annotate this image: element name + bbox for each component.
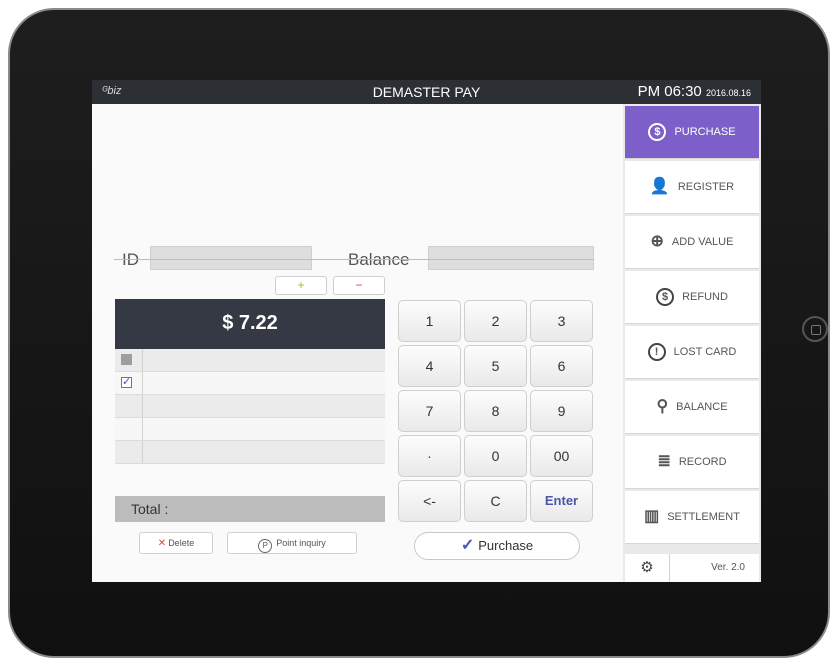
clipboard-icon: ≣ — [657, 453, 671, 470]
coins-add-icon: ⊕ — [650, 233, 664, 250]
key-decimal[interactable]: · — [398, 435, 461, 477]
sidebar: $ PURCHASE 👤 REGISTER ⊕ ADD VALUE $ REFU… — [623, 104, 761, 582]
search-icon: ⚲ — [656, 398, 669, 415]
gear-icon[interactable]: ⚙ — [625, 554, 670, 582]
point-icon: P — [258, 539, 273, 553]
sidebar-item-label: REFUND — [682, 291, 728, 303]
balance-label: Balance — [348, 250, 410, 269]
sidebar-item-label: ADD VALUE — [671, 236, 734, 248]
point-inquiry-label: Point inquiry — [276, 538, 326, 548]
sidebar-item-label: PURCHASE — [674, 126, 736, 138]
point-inquiry-button[interactable]: P Point inquiry — [227, 532, 357, 554]
key-backspace[interactable]: <- — [398, 480, 461, 522]
home-button[interactable] — [802, 316, 828, 342]
key-7[interactable]: 7 — [398, 390, 461, 432]
clock: PM 06:30 2016.08.16 — [638, 83, 751, 100]
user-icon: 👤 — [649, 178, 670, 195]
divider — [114, 259, 594, 260]
clock-time: PM 06:30 — [637, 83, 702, 100]
key-00[interactable]: 00 — [530, 435, 593, 477]
sidebar-item-label: BALANCE — [676, 401, 728, 413]
key-2[interactable]: 2 — [464, 300, 527, 342]
sidebar-item-refund[interactable]: $ REFUND — [625, 271, 759, 324]
id-field[interactable] — [150, 246, 312, 270]
delete-button[interactable]: ✕ Delete — [139, 532, 213, 554]
decrease-button[interactable]: − — [333, 276, 385, 295]
key-9[interactable]: 9 — [530, 390, 593, 432]
sidebar-item-purchase[interactable]: $ PURCHASE — [625, 106, 759, 159]
key-enter[interactable]: Enter — [530, 480, 593, 522]
sidebar-item-add-value[interactable]: ⊕ ADD VALUE — [625, 216, 759, 269]
list-item[interactable] — [115, 418, 385, 441]
key-4[interactable]: 4 — [398, 345, 461, 387]
checkbox-checked[interactable]: ✓ — [121, 377, 132, 388]
sidebar-item-label: RECORD — [678, 456, 727, 468]
total-label: Total : — [115, 496, 385, 522]
amount-display: $ 7.22 — [115, 299, 385, 349]
sidebar-item-settlement[interactable]: ▥ SETTLEMENT — [625, 491, 759, 544]
key-3[interactable]: 3 — [530, 300, 593, 342]
id-label: ID — [122, 250, 139, 269]
key-8[interactable]: 8 — [464, 390, 527, 432]
sidebar-footer: ⚙ Ver. 2.0 — [625, 554, 759, 582]
alert-icon: ! — [647, 343, 666, 361]
keypad: 1 2 3 4 5 6 7 8 9 · 0 00 <- C Enter — [398, 300, 593, 522]
sidebar-item-label: REGISTER — [677, 181, 735, 193]
checkbox[interactable] — [121, 354, 132, 365]
sidebar-item-label: LOST CARD — [673, 346, 737, 358]
balance-field[interactable] — [428, 246, 594, 270]
key-clear[interactable]: C — [464, 480, 527, 522]
list-item[interactable] — [115, 441, 385, 464]
app-screen: ᴳbiz DEMASTER PAY PM 06:30 2016.08.16 ID… — [92, 80, 761, 582]
list-item[interactable] — [115, 395, 385, 418]
key-0[interactable]: 0 — [464, 435, 527, 477]
key-6[interactable]: 6 — [530, 345, 593, 387]
chart-icon: ▥ — [644, 508, 660, 525]
top-bar: ᴳbiz DEMASTER PAY PM 06:30 2016.08.16 — [92, 80, 761, 104]
purchase-button[interactable]: ✓ Purchase — [414, 532, 580, 560]
check-icon: ✓ — [460, 537, 475, 554]
item-list: ✓ — [115, 349, 385, 464]
sidebar-item-label: SETTLEMENT — [667, 511, 740, 523]
close-icon: ✕ — [157, 538, 167, 549]
clock-date: 2016.08.16 — [705, 88, 751, 98]
purchase-label: Purchase — [478, 538, 534, 553]
list-item[interactable]: ✓ — [115, 372, 385, 395]
key-1[interactable]: 1 — [398, 300, 461, 342]
sidebar-item-record[interactable]: ≣ RECORD — [625, 436, 759, 489]
sidebar-item-lost-card[interactable]: ! LOST CARD — [625, 326, 759, 379]
increase-button[interactable]: + — [275, 276, 327, 295]
sidebar-item-balance[interactable]: ⚲ BALANCE — [625, 381, 759, 434]
sidebar-item-register[interactable]: 👤 REGISTER — [625, 161, 759, 214]
list-item[interactable] — [115, 349, 385, 372]
refund-icon: $ — [656, 288, 675, 306]
delete-label: Delete — [168, 538, 195, 548]
version-label: Ver. 2.0 — [670, 554, 759, 582]
main-panel: ID Balance + − $ 7.22 ✓ Total : ✕ Delete … — [92, 104, 623, 582]
dollar-circle-icon: $ — [648, 123, 667, 141]
key-5[interactable]: 5 — [464, 345, 527, 387]
